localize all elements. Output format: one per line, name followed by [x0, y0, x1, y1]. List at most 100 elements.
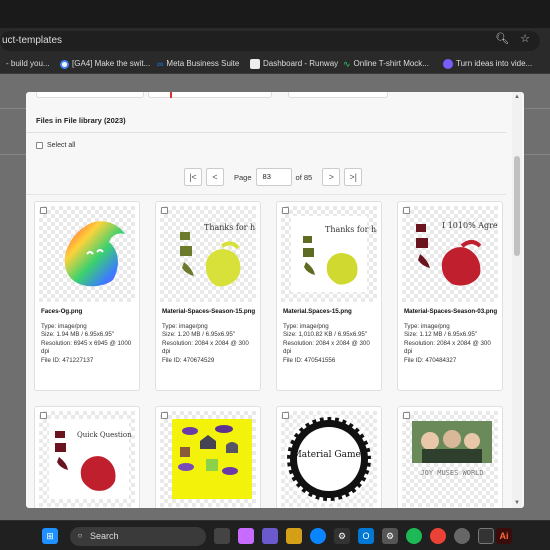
gear-icon[interactable]: ⚙ [382, 528, 398, 544]
file-id: File ID: 470674529 [162, 356, 215, 364]
section-title: Files in File library (2023) [36, 116, 126, 125]
file-checkbox[interactable] [161, 412, 168, 419]
bookmarks-bar: - build you... [GA4] Make the swit... ∞ … [0, 54, 550, 74]
file-card[interactable]: Thanks for having me Material.Spaces-15.… [276, 201, 382, 391]
file-checkbox[interactable] [40, 412, 47, 419]
first-page-button[interactable]: |< [184, 168, 202, 186]
modal-tabs-strip [36, 92, 506, 98]
bookmark-label: Dashboard - Runway [263, 59, 339, 68]
file-meta: Material.Spaces-15.png Type: image/png S… [283, 308, 379, 366]
task-view-icon[interactable] [214, 528, 230, 544]
checkbox[interactable] [36, 142, 43, 149]
prev-page-button[interactable]: < [206, 168, 224, 186]
file-thumbnail: Material Games [281, 411, 377, 507]
file-card[interactable]: Thanks for having me Material-Spaces-Sea… [155, 201, 261, 391]
material-games-logo-image: Material Games [284, 414, 374, 504]
file-card[interactable]: I 1010% Agree Material-Spaces-Season-03.… [397, 201, 503, 391]
copilot-icon[interactable] [238, 528, 254, 544]
file-checkbox[interactable] [282, 412, 289, 419]
star-icon[interactable]: ☆ [520, 33, 530, 45]
bookmark-item[interactable]: ∿ Online T-shirt Mock... [343, 54, 429, 73]
scroll-thumb[interactable] [514, 156, 520, 256]
next-page-button[interactable]: > [322, 168, 341, 186]
file-meta: Material-Spaces-Season-03.png Type: imag… [404, 308, 500, 366]
yellow-hood-character-image: Thanks for having me [180, 223, 256, 287]
file-name: Faces-Og.png [41, 308, 83, 315]
bookmark-item[interactable]: Dashboard - Runway [250, 54, 339, 73]
page-input[interactable]: 83 [255, 168, 292, 186]
file-checkbox[interactable] [403, 412, 410, 419]
file-card[interactable]: JOY MUSES WORLD [397, 406, 503, 508]
file-explorer-icon[interactable] [286, 528, 302, 544]
bookmark-item[interactable]: - build you... [6, 54, 50, 73]
file-size: Size: 1,010.82 KB / 6.95x6.95" [283, 331, 368, 339]
modal-scrollbar[interactable]: ▲ ▼ [512, 92, 522, 508]
file-meta: Faces-Og.png Type: image/png Size: 1.94 … [41, 308, 137, 366]
file-id: File ID: 471227137 [41, 356, 94, 364]
google-icon [60, 59, 69, 69]
thumb-text: Thanks for having me [325, 225, 377, 234]
file-resolution: Resolution: 2084 x 2084 @ 300 dpi [283, 339, 370, 356]
scroll-up-arrow[interactable]: ▲ [513, 93, 521, 101]
file-resolution: Resolution: 2084 x 2084 @ 300 dpi [404, 339, 491, 356]
thumb-text: Quick Question [77, 431, 132, 439]
address-bar[interactable]: uct-templates [0, 31, 540, 51]
app-icon[interactable] [478, 528, 494, 544]
file-checkbox[interactable] [40, 207, 47, 214]
family-photo-image: JOY MUSES WORLD [412, 421, 492, 477]
rainbow-hood-character-image [64, 221, 125, 287]
bookmark-label: - build you... [6, 59, 50, 68]
file-id: File ID: 470541556 [283, 356, 336, 364]
file-card[interactable]: Faces-Og.png Type: image/png Size: 1.94 … [34, 201, 140, 391]
illustrator-icon[interactable]: Ai [496, 528, 512, 544]
file-card[interactable]: Quick Question [34, 406, 140, 508]
meta-icon: ∞ [157, 59, 164, 69]
app-icon[interactable] [454, 528, 470, 544]
bookmark-label: Meta Business Suite [166, 59, 240, 68]
modal-tab[interactable] [288, 92, 388, 98]
thumb-text: JOY MUSES WORLD [420, 469, 483, 477]
last-page-button[interactable]: >| [344, 168, 363, 186]
settings-icon[interactable]: ⚙ [334, 528, 350, 544]
file-checkbox[interactable] [403, 207, 410, 214]
taskbar: ⊞ Search ○ ⚙ O ⚙ Ai [0, 520, 550, 550]
file-type: Type: image/png [404, 322, 450, 330]
edge-icon[interactable] [310, 528, 326, 544]
file-resolution: Resolution: 2084 x 2084 @ 300 dpi [162, 339, 249, 356]
scroll-down-arrow[interactable]: ▼ [513, 499, 521, 507]
modal-tab[interactable] [148, 92, 272, 98]
file-card[interactable]: Material Games [276, 406, 382, 508]
file-library-modal: Files in File library (2023) Select all … [26, 92, 524, 508]
tab-strip [0, 0, 550, 28]
file-checkbox[interactable] [161, 207, 168, 214]
file-size: Size: 1.12 MB / 6.95x6.95" [404, 331, 478, 339]
zoom-icon[interactable]: 🔍︎ [495, 33, 509, 45]
spotify-icon[interactable] [406, 528, 422, 544]
outlook-icon[interactable]: O [358, 528, 374, 544]
thumb-text: Material Games [293, 450, 366, 460]
bookmark-item[interactable]: ∞ Meta Business Suite [157, 54, 240, 73]
page-total: of 85 [295, 172, 313, 182]
bookmark-item[interactable]: [GA4] Make the swit... [60, 54, 150, 73]
file-type: Type: image/png [162, 322, 208, 330]
file-meta: Material-Spaces-Season-15.png Type: imag… [162, 308, 258, 366]
file-card[interactable] [155, 406, 261, 508]
file-size: Size: 1.20 MB / 6.95x6.95" [162, 331, 236, 339]
bookmark-label: Online T-shirt Mock... [353, 59, 429, 68]
address-bar-row: uct-templates 🔍︎ ☆ [0, 28, 550, 54]
file-checkbox[interactable] [282, 207, 289, 214]
windows-start-icon[interactable]: ⊞ [42, 528, 58, 544]
file-thumbnail: JOY MUSES WORLD [402, 411, 498, 507]
address-bar-actions: 🔍︎ ☆ [487, 32, 530, 45]
taskbar-search[interactable]: Search [70, 527, 206, 546]
file-name: Material-Spaces-Season-03.png [404, 308, 498, 315]
app-icon[interactable] [262, 528, 278, 544]
chrome-icon[interactable] [430, 528, 446, 544]
grid-divider [26, 194, 506, 195]
page-label: Page [234, 172, 252, 182]
bookmark-item[interactable]: Turn ideas into vide... [443, 54, 532, 73]
modal-tab[interactable] [36, 92, 144, 98]
file-name: Material-Spaces-Season-15.png [162, 308, 256, 315]
select-all-checkbox[interactable]: Select all [36, 142, 75, 149]
file-id: File ID: 470484327 [404, 356, 457, 364]
